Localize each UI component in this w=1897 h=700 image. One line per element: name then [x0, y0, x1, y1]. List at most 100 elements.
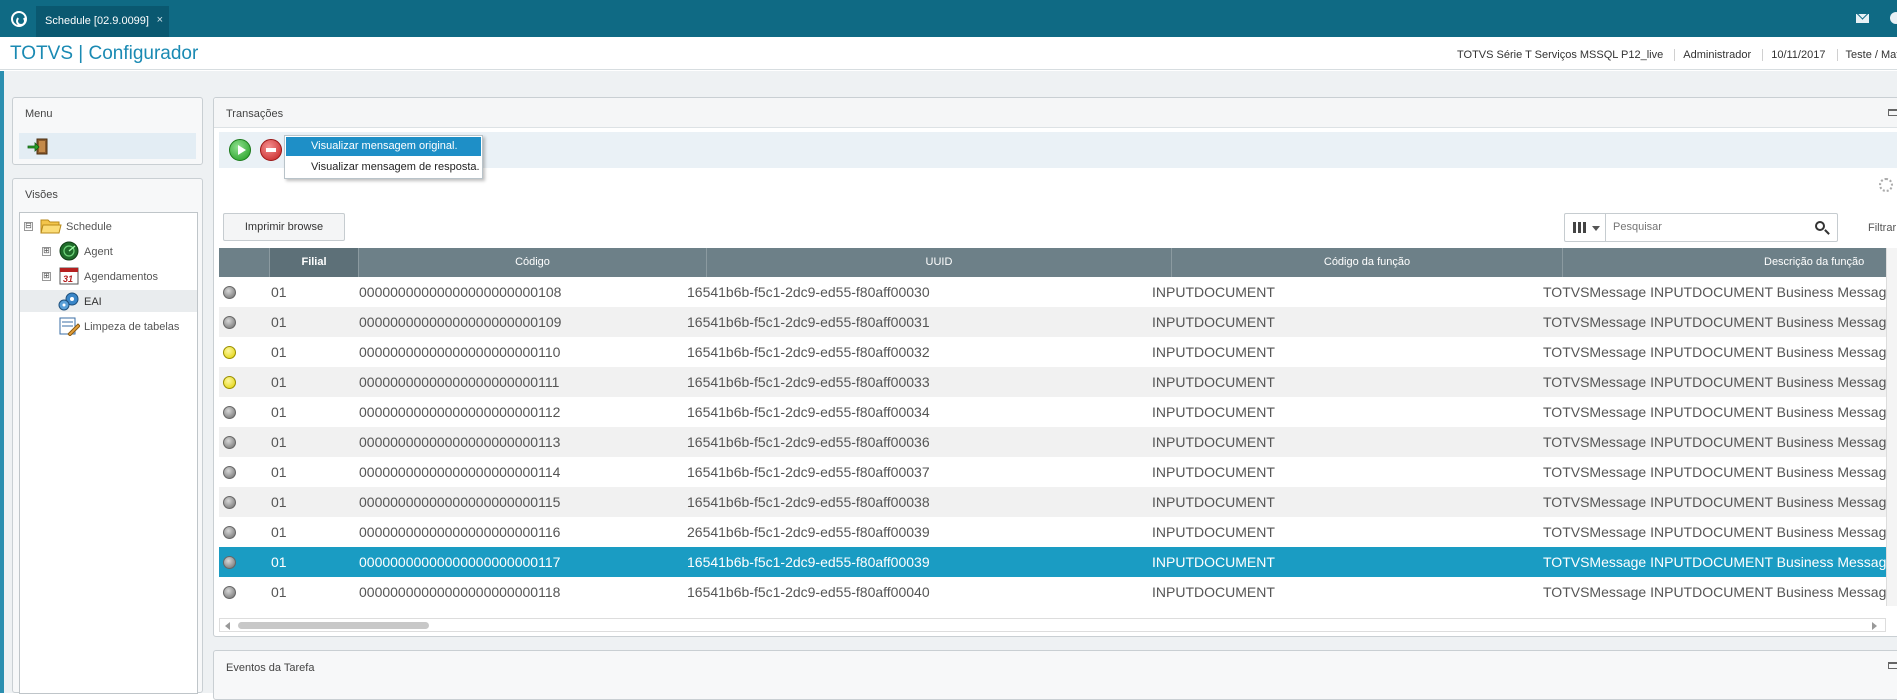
- search-icon[interactable]: [1815, 221, 1825, 231]
- transacoes-header: [214, 98, 1897, 128]
- grid-header: Filial Código UUID Código da função Desc…: [219, 248, 1886, 277]
- cell-codigo: 00000000000000000000000108: [359, 284, 562, 300]
- cell-uuid: 16541b6b-f5c1-2dc9-ed55-f80aff00031: [687, 314, 930, 330]
- status-icon: [223, 586, 236, 599]
- column-header-filial[interactable]: Filial: [270, 248, 359, 277]
- cell-codigo: 00000000000000000000000114: [359, 464, 561, 480]
- cell-codigo-funcao: INPUTDOCUMENT: [1152, 554, 1275, 570]
- user-label[interactable]: Administrador: [1674, 49, 1760, 61]
- user-icon[interactable]: [1890, 12, 1897, 24]
- header-info: TOTVS Série T Serviços MSSQL P12_live Ad…: [1449, 49, 1897, 61]
- tree-item-agendamentos[interactable]: ⊞ 31 Agendamentos: [20, 265, 197, 287]
- tree-item-limpeza[interactable]: Limpeza de tabelas: [20, 315, 197, 337]
- cell-descricao: TOTVSMessage INPUTDOCUMENT Business Mess…: [1543, 584, 1886, 600]
- cell-descricao: TOTVSMessage INPUTDOCUMENT Business Mess…: [1543, 494, 1886, 510]
- column-header-codigo[interactable]: Código: [359, 248, 707, 277]
- left-accent-bar: [0, 71, 4, 693]
- cell-codigo: 00000000000000000000000109: [359, 314, 562, 330]
- cell-descricao: TOTVSMessage INPUTDOCUMENT Business Mess…: [1543, 464, 1886, 480]
- cell-codigo: 00000000000000000000000110: [359, 344, 561, 360]
- mail-icon[interactable]: [1856, 14, 1869, 23]
- status-icon: [223, 316, 236, 329]
- print-browse-button[interactable]: Imprimir browse: [223, 213, 345, 241]
- cell-descricao: TOTVSMessage INPUTDOCUMENT Business Mess…: [1543, 314, 1886, 330]
- tree-item-schedule[interactable]: ⊟ Schedule: [20, 215, 197, 237]
- company-label[interactable]: Teste / Mat: [1836, 49, 1897, 61]
- cell-descricao: TOTVSMessage INPUTDOCUMENT Business Mess…: [1543, 554, 1886, 570]
- gear-icon[interactable]: [1879, 178, 1893, 192]
- table-row[interactable]: 01 00000000000000000000000109 16541b6b-f5c…: [219, 307, 1886, 337]
- cell-filial: 01: [271, 314, 287, 330]
- column-header-codigo-funcao[interactable]: Código da função: [1172, 248, 1563, 277]
- tree-item-label: Agent: [84, 246, 113, 258]
- tab-schedule[interactable]: Schedule [02.9.0099] ×: [36, 6, 169, 37]
- play-button[interactable]: [229, 139, 251, 161]
- horizontal-scrollbar[interactable]: [219, 618, 1886, 632]
- tree-item-label: Schedule: [66, 221, 112, 233]
- date-label[interactable]: 10/11/2017: [1762, 49, 1834, 61]
- minimize-icon[interactable]: [1888, 662, 1897, 669]
- status-icon: [223, 376, 236, 389]
- table-row[interactable]: 01 00000000000000000000000111 16541b6b-f5c…: [219, 367, 1886, 397]
- totvs-logo-icon[interactable]: [11, 11, 27, 27]
- table-row[interactable]: 01 00000000000000000000000108 16541b6b-f5c…: [219, 277, 1886, 307]
- table-row[interactable]: 01 00000000000000000000000114 16541b6b-f5c…: [219, 457, 1886, 487]
- cell-descricao: TOTVSMessage INPUTDOCUMENT Business Mess…: [1543, 434, 1886, 450]
- table-row[interactable]: 01 00000000000000000000000118 16541b6b-f5c…: [219, 577, 1886, 606]
- cell-filial: 01: [271, 344, 287, 360]
- cell-uuid: 16541b6b-f5c1-2dc9-ed55-f80aff00039: [687, 554, 930, 570]
- cell-codigo-funcao: INPUTDOCUMENT: [1152, 314, 1275, 330]
- status-icon: [223, 466, 236, 479]
- cell-filial: 01: [271, 374, 287, 390]
- table-row[interactable]: 01 00000000000000000000000116 26541b6b-f5c…: [219, 517, 1886, 547]
- environment-label[interactable]: TOTVS Série T Serviços MSSQL P12_live: [1449, 49, 1671, 61]
- table-row[interactable]: 01 00000000000000000000000115 16541b6b-f5c…: [219, 487, 1886, 517]
- tree-item-agent[interactable]: ⊞ Agent: [20, 240, 197, 262]
- cell-descricao: TOTVSMessage INPUTDOCUMENT Business Mess…: [1543, 524, 1886, 540]
- app-header: TOTVS | Configurador TOTVS Série T Servi…: [0, 37, 1897, 70]
- cell-codigo: 00000000000000000000000116: [359, 524, 561, 540]
- columns-button[interactable]: [1565, 214, 1606, 241]
- table-row[interactable]: 01 00000000000000000000000112 16541b6b-f5c…: [219, 397, 1886, 427]
- column-header-descricao[interactable]: Descrição da função: [1563, 248, 1886, 277]
- cell-filial: 01: [271, 284, 287, 300]
- table-row[interactable]: 01 00000000000000000000000110 16541b6b-f5c…: [219, 337, 1886, 367]
- cell-uuid: 16541b6b-f5c1-2dc9-ed55-f80aff00038: [687, 494, 930, 510]
- cell-codigo-funcao: INPUTDOCUMENT: [1152, 284, 1275, 300]
- scroll-right-icon[interactable]: [1872, 622, 1877, 630]
- agent-icon: [59, 241, 79, 261]
- cell-descricao: TOTVSMessage INPUTDOCUMENT Business Mess…: [1543, 374, 1886, 390]
- status-icon: [223, 346, 236, 359]
- tree-item-label: Limpeza de tabelas: [84, 321, 180, 333]
- tree-item-eai[interactable]: EAI: [20, 290, 197, 312]
- table-row[interactable]: 01 00000000000000000000000113 16541b6b-f5c…: [219, 427, 1886, 457]
- table-row[interactable]: 01 00000000000000000000000117 16541b6b-f5c…: [219, 547, 1886, 577]
- cell-codigo: 00000000000000000000000112: [359, 404, 561, 420]
- status-icon: [223, 286, 236, 299]
- cell-codigo: 00000000000000000000000117: [359, 554, 561, 570]
- collapse-icon[interactable]: ⊟: [24, 222, 33, 231]
- expand-icon[interactable]: ⊞: [42, 247, 51, 256]
- cell-codigo-funcao: INPUTDOCUMENT: [1152, 434, 1275, 450]
- minimize-icon[interactable]: [1888, 109, 1897, 116]
- tab-close-icon[interactable]: ×: [157, 14, 163, 26]
- column-header-status[interactable]: [219, 248, 270, 277]
- menu-item-response-message[interactable]: Visualizar mensagem de resposta.: [286, 158, 481, 177]
- menu-item-original-message[interactable]: Visualizar mensagem original.: [286, 137, 481, 156]
- calendar-icon: 31: [59, 267, 79, 285]
- vertical-scrollbar[interactable]: [1886, 248, 1897, 606]
- filter-link[interactable]: Filtrar: [1868, 222, 1896, 234]
- cell-filial: 01: [271, 464, 287, 480]
- calendar-badge: 31: [63, 274, 73, 284]
- stop-button[interactable]: [260, 139, 282, 161]
- cell-codigo-funcao: INPUTDOCUMENT: [1152, 524, 1275, 540]
- search-input[interactable]: [1613, 221, 1793, 233]
- cell-codigo-funcao: INPUTDOCUMENT: [1152, 344, 1275, 360]
- eventos-panel-title: Eventos da Tarefa: [226, 662, 315, 674]
- column-header-uuid[interactable]: UUID: [707, 248, 1172, 277]
- scroll-left-icon[interactable]: [225, 622, 230, 630]
- expand-icon[interactable]: ⊞: [42, 272, 51, 281]
- scroll-thumb[interactable]: [238, 622, 429, 629]
- chevron-down-icon: [1592, 226, 1600, 231]
- exit-icon[interactable]: [27, 138, 49, 155]
